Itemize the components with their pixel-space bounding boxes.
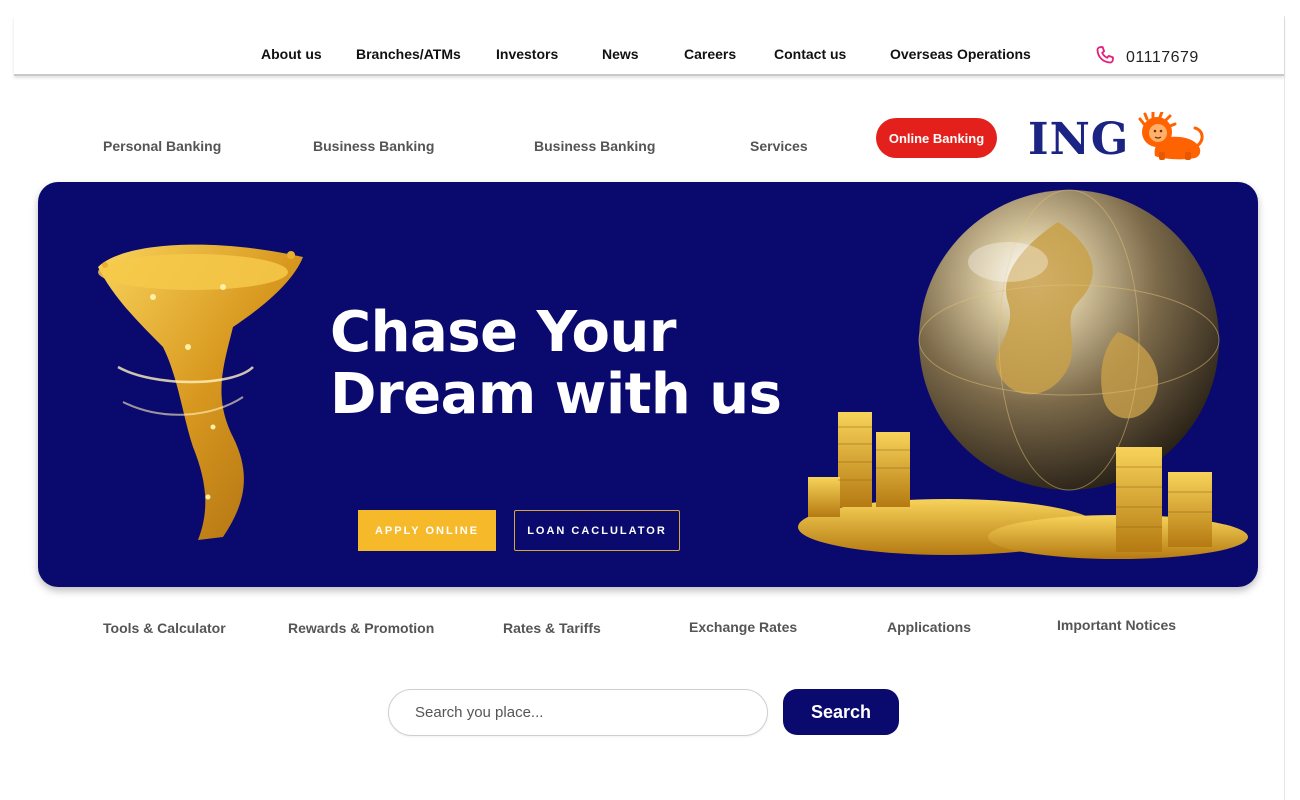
top-nav-about-us[interactable]: About us [261,46,322,62]
main-nav-business-banking-2[interactable]: Business Banking [534,138,655,154]
top-nav-investors[interactable]: Investors [496,46,558,62]
sub-nav-rates-tariffs[interactable]: Rates & Tariffs [503,620,601,636]
sub-nav-rewards-promotion[interactable]: Rewards & Promotion [288,620,434,636]
main-nav-personal-banking[interactable]: Personal Banking [103,138,221,154]
sub-nav-applications[interactable]: Applications [887,619,971,635]
hero-title: Chase Your Dream with us [330,300,782,427]
sub-nav-tools-calculator[interactable]: Tools & Calculator [103,620,226,636]
gold-tornado-image [93,237,308,552]
globe-coins-image [758,182,1258,587]
top-nav-careers[interactable]: Careers [684,46,736,62]
top-nav-news[interactable]: News [602,46,639,62]
phone-number: 01117679 [1126,48,1199,66]
page-edge-divider [1284,16,1285,800]
loan-calculator-button[interactable]: LOAN CACLULATOR [514,510,680,551]
phone-icon [1094,44,1116,71]
apply-online-button[interactable]: APPLY ONLINE [358,510,496,551]
phone-contact[interactable]: 01117679 [1094,44,1199,71]
top-nav-contact-us[interactable]: Contact us [774,46,846,62]
logo-wordmark: ING [1028,113,1130,165]
top-nav-branches-atms[interactable]: Branches/ATMs [356,46,461,62]
page: About us Branches/ATMs Investors News Ca… [0,0,1300,800]
lion-icon [1135,110,1205,167]
search-button[interactable]: Search [783,689,899,735]
hero-banner: Chase Your Dream with us APPLY ONLINE LO… [38,182,1258,587]
sub-nav-exchange-rates[interactable]: Exchange Rates [689,619,797,635]
top-nav-overseas-operations[interactable]: Overseas Operations [890,46,1031,62]
hero-title-line-1: Chase Your [330,300,676,365]
main-nav-services[interactable]: Services [750,138,808,154]
main-nav-business-banking[interactable]: Business Banking [313,138,434,154]
ing-logo[interactable]: ING [1028,110,1205,167]
sub-nav-important-notices[interactable]: Important Notices [1057,617,1176,633]
online-banking-button[interactable]: Online Banking [876,118,997,158]
search-input[interactable] [388,689,768,736]
hero-title-line-2: Dream with us [330,362,782,427]
top-nav-bar: About us Branches/ATMs Investors News Ca… [14,16,1284,76]
